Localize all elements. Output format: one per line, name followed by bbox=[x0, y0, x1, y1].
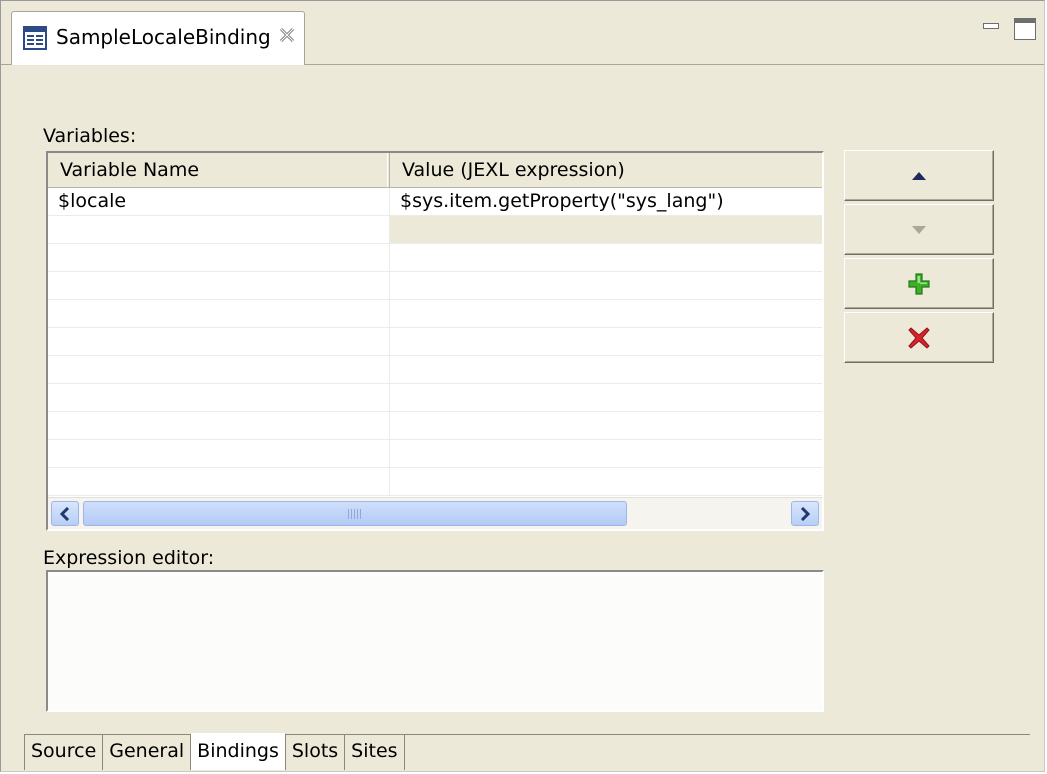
plus-icon bbox=[908, 272, 930, 295]
expression-editor-field[interactable] bbox=[46, 570, 824, 712]
variable-value-cell[interactable] bbox=[390, 216, 822, 243]
variable-name-cell[interactable] bbox=[48, 440, 390, 467]
editor-page-tabs: Source General Bindings Slots Sites bbox=[24, 733, 405, 770]
column-header-variable-name[interactable]: Variable Name bbox=[48, 153, 390, 187]
variable-name-cell[interactable] bbox=[48, 384, 390, 411]
column-header-value[interactable]: Value (JEXL expression) bbox=[390, 153, 822, 187]
form-editor-icon bbox=[23, 26, 47, 50]
variable-value-cell[interactable] bbox=[390, 468, 822, 495]
variable-value-cell[interactable] bbox=[390, 356, 822, 383]
variable-name-cell[interactable] bbox=[48, 300, 390, 327]
tab-bindings[interactable]: Bindings bbox=[191, 733, 286, 770]
variables-table: Variable Name Value (JEXL expression) $l… bbox=[46, 151, 824, 531]
tab-sites[interactable]: Sites bbox=[345, 734, 405, 770]
horizontal-scrollbar[interactable] bbox=[48, 497, 822, 529]
minimize-icon[interactable] bbox=[983, 23, 999, 29]
variable-value-cell[interactable] bbox=[390, 384, 822, 411]
variable-name-cell[interactable] bbox=[48, 412, 390, 439]
table-row[interactable]: $locale $sys.item.getProperty("sys_lang"… bbox=[48, 188, 822, 216]
close-icon[interactable] bbox=[278, 26, 296, 44]
expression-editor-label: Expression editor: bbox=[43, 547, 215, 569]
tab-source[interactable]: Source bbox=[24, 734, 104, 770]
arrow-up-icon bbox=[912, 171, 926, 180]
table-row[interactable] bbox=[48, 300, 822, 328]
variable-value-cell[interactable] bbox=[390, 412, 822, 439]
table-row[interactable] bbox=[48, 440, 822, 468]
arrow-down-icon bbox=[912, 225, 926, 234]
add-variable-button[interactable] bbox=[844, 258, 994, 309]
variables-label: Variables: bbox=[43, 125, 137, 147]
chevron-left-icon[interactable] bbox=[51, 501, 79, 526]
variable-name-cell[interactable] bbox=[48, 216, 390, 243]
table-row[interactable] bbox=[48, 272, 822, 300]
table-header: Variable Name Value (JEXL expression) bbox=[48, 153, 822, 188]
move-up-button[interactable] bbox=[844, 150, 994, 201]
variable-value-cell[interactable] bbox=[390, 272, 822, 299]
scrollbar-thumb[interactable] bbox=[83, 501, 627, 526]
variable-name-cell[interactable]: $locale bbox=[48, 188, 390, 215]
table-body: $locale $sys.item.getProperty("sys_lang"… bbox=[48, 188, 822, 496]
delete-variable-button[interactable] bbox=[844, 312, 994, 363]
variable-value-cell[interactable]: $sys.item.getProperty("sys_lang") bbox=[390, 188, 822, 215]
table-row[interactable] bbox=[48, 244, 822, 272]
table-row[interactable] bbox=[48, 328, 822, 356]
table-row[interactable] bbox=[48, 412, 822, 440]
variable-value-cell[interactable] bbox=[390, 440, 822, 467]
variable-name-cell[interactable] bbox=[48, 468, 390, 495]
tab-slots[interactable]: Slots bbox=[286, 734, 346, 770]
table-row[interactable] bbox=[48, 216, 822, 244]
variable-name-cell[interactable] bbox=[48, 272, 390, 299]
maximize-icon[interactable] bbox=[1014, 18, 1036, 40]
variable-value-cell[interactable] bbox=[390, 300, 822, 327]
move-down-button[interactable] bbox=[844, 204, 994, 255]
variable-value-cell[interactable] bbox=[390, 328, 822, 355]
editor-tab-bar: SampleLocaleBinding bbox=[1, 1, 1044, 65]
table-row[interactable] bbox=[48, 384, 822, 412]
editor-tab-sample-locale-binding[interactable]: SampleLocaleBinding bbox=[11, 11, 305, 65]
table-row[interactable] bbox=[48, 356, 822, 384]
variable-name-cell[interactable] bbox=[48, 356, 390, 383]
delete-x-icon bbox=[908, 326, 930, 349]
editor-tab-title: SampleLocaleBinding bbox=[56, 25, 271, 49]
chevron-right-icon[interactable] bbox=[791, 501, 819, 526]
table-row[interactable] bbox=[48, 468, 822, 496]
variable-value-cell[interactable] bbox=[390, 244, 822, 271]
editor-window: SampleLocaleBinding Variables: Variable … bbox=[0, 0, 1045, 772]
variable-name-cell[interactable] bbox=[48, 244, 390, 271]
variable-name-cell[interactable] bbox=[48, 328, 390, 355]
tab-general[interactable]: General bbox=[103, 734, 192, 770]
